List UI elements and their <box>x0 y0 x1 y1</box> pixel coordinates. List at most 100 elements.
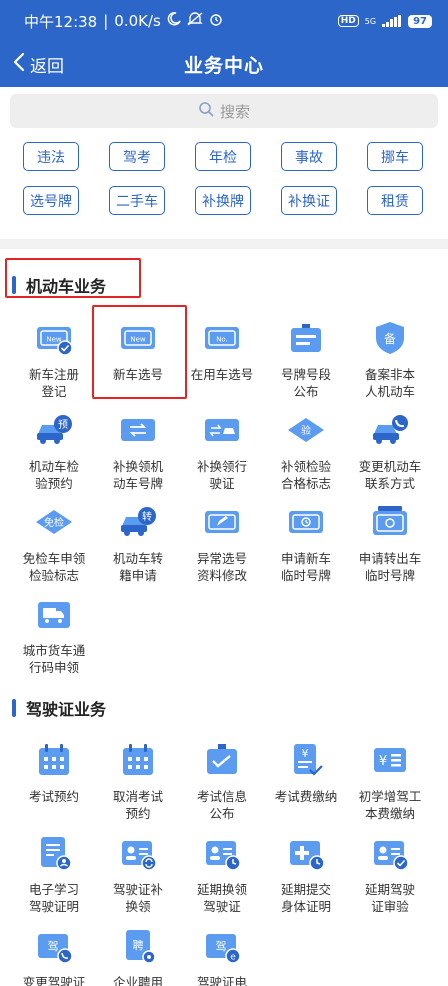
service-item[interactable]: 补换领机 动车号牌 <box>96 410 180 500</box>
section-divider <box>0 239 448 249</box>
service-item-label: 补换领机 动车号牌 <box>112 459 163 491</box>
back-label: 返回 <box>30 57 64 77</box>
plate-segment-announce-icon <box>286 318 326 358</box>
tag-annual-inspection[interactable]: 年检 <box>195 142 251 171</box>
delay-health-icon <box>286 833 326 873</box>
service-item[interactable]: 聘企业聘用 <box>96 926 180 986</box>
service-item[interactable]: No. 在用车选号 <box>180 318 264 408</box>
employment-icon: 聘 <box>118 926 158 966</box>
service-item[interactable]: 预机动车检 验预约 <box>12 410 96 500</box>
delay-exchange-icon <box>202 833 242 873</box>
tag-replace-plate[interactable]: 补换牌 <box>195 186 251 215</box>
svg-text:免检: 免检 <box>44 516 64 529</box>
inspection-mark-icon: 验 <box>286 410 326 450</box>
tag-driving-exam[interactable]: 驾考 <box>109 142 165 171</box>
header-bar: 中午12:38 | 0.0K/s HD 5G 97 返回 业务中心 <box>0 0 448 87</box>
moon-icon <box>167 12 181 30</box>
service-item[interactable]: 驾变更驾驶证 联系方式 <box>12 926 96 986</box>
service-item-label: 申请新车 临时号牌 <box>280 551 331 583</box>
inspection-booking-icon: 预 <box>34 410 74 450</box>
service-item-label: 异常选号 资料修改 <box>196 551 247 583</box>
svg-text:New: New <box>46 336 62 344</box>
service-item[interactable]: ¥ 考试费缴纳 <box>264 740 348 830</box>
service-item[interactable]: 转机动车转 籍申请 <box>96 502 180 592</box>
tag-accident[interactable]: 事故 <box>281 142 337 171</box>
service-item[interactable]: ¥ 初学增驾工 本费缴纳 <box>348 740 432 830</box>
search-placeholder: 搜索 <box>219 102 250 121</box>
e-learning-cert-icon <box>34 833 74 873</box>
service-item-label: 取消考试 预约 <box>112 789 163 821</box>
service-item[interactable]: 备备案非本 人机动车 <box>348 318 432 408</box>
service-item-label: 企业聘用 <box>112 975 163 986</box>
svg-text:备: 备 <box>384 332 396 346</box>
service-item[interactable]: 驾e 驾驶证电 子版 <box>180 926 264 986</box>
highlight-box-item <box>92 305 187 399</box>
edit-plate-icon <box>202 502 242 542</box>
record-shield-icon: 备 <box>370 318 410 358</box>
service-item-label: 电子学习 驾驶证明 <box>28 882 79 914</box>
service-item[interactable]: 城市货车通 行码申领 <box>12 594 96 684</box>
license-exchange-icon <box>202 410 242 450</box>
service-item[interactable]: 申请新车 临时号牌 <box>264 502 348 592</box>
driver-services-grid: 考试预约 取消考试 预约 考试信息 公布 ¥ 考试费缴纳 ¥ 初学增驾工 本费缴纳电子学习 … <box>12 740 432 986</box>
calendar-cancel-icon <box>118 740 158 780</box>
tag-move-car[interactable]: 挪车 <box>367 142 423 171</box>
network-label: 5G <box>364 16 377 26</box>
truck-pass-icon <box>34 594 74 634</box>
nav-bar: 返回 业务中心 <box>0 42 448 87</box>
service-item-label: 机动车转 籍申请 <box>112 551 163 583</box>
svg-text:e: e <box>230 953 236 963</box>
service-item-label: 城市货车通 行码申领 <box>22 643 86 675</box>
service-item[interactable]: 变更机动车 联系方式 <box>348 410 432 500</box>
service-item-label: 考试预约 <box>28 789 79 804</box>
search-icon <box>198 101 214 121</box>
service-item[interactable]: 申请转出车 临时号牌 <box>348 502 432 592</box>
service-item-label: 延期换领 驾驶证 <box>196 882 247 914</box>
svg-text:¥: ¥ <box>379 754 387 769</box>
tag-violation[interactable]: 违法 <box>23 142 79 171</box>
service-item-label: 在用车选号 <box>190 367 254 382</box>
tag-rental[interactable]: 租赁 <box>367 186 423 215</box>
back-button[interactable]: 返回 <box>0 52 64 77</box>
dl-contact-change-icon: 驾 <box>34 926 74 966</box>
tag-replace-license[interactable]: 补换证 <box>281 186 337 215</box>
used-plate-select-icon: No. <box>202 318 242 358</box>
search-input[interactable]: 搜索 <box>10 94 438 128</box>
service-item[interactable]: 异常选号 资料修改 <box>180 502 264 592</box>
tag-used-car[interactable]: 二手车 <box>109 186 165 215</box>
service-item[interactable]: New 新车注册 登记 <box>12 318 96 408</box>
service-item[interactable]: 补换领行 驶证 <box>180 410 264 500</box>
service-item-label: 补领检验 合格标志 <box>280 459 331 491</box>
service-item[interactable]: 免检 免检车申领 检验标志 <box>12 502 96 592</box>
mute-icon <box>187 12 203 30</box>
service-item-label: 延期驾驶 证审验 <box>364 882 415 914</box>
dl-exchange-icon <box>118 833 158 873</box>
signal-icon <box>382 15 402 27</box>
service-item-label: 驾驶证电 子版 <box>196 975 247 986</box>
service-item[interactable]: 验补领检验 合格标志 <box>264 410 348 500</box>
service-item[interactable]: 号牌号段 公布 <box>264 318 348 408</box>
service-item-label: 延期提交 身体证明 <box>280 882 331 914</box>
service-item-label: 变更驾驶证 联系方式 <box>22 975 86 986</box>
svg-text:驾: 驾 <box>48 940 59 953</box>
service-item-label: 考试信息 公布 <box>196 789 247 821</box>
service-item[interactable]: 取消考试 预约 <box>96 740 180 830</box>
exam-info-icon <box>202 740 242 780</box>
service-item-label: 考试费缴纳 <box>274 789 338 804</box>
service-item[interactable]: 驾驶证补 换领 <box>96 833 180 923</box>
service-item[interactable]: 考试预约 <box>12 740 96 830</box>
highlight-box-section <box>5 258 141 298</box>
service-item[interactable]: 延期换领 驾驶证 <box>180 833 264 923</box>
svg-text:¥: ¥ <box>302 747 309 760</box>
tag-select-plate[interactable]: 选号牌 <box>23 186 79 215</box>
delay-review-icon <box>370 833 410 873</box>
exam-fee-icon: ¥ <box>286 740 326 780</box>
plate-exchange-icon <box>118 410 158 450</box>
svg-text:验: 验 <box>301 424 311 437</box>
svg-text:转: 转 <box>142 510 152 523</box>
service-item[interactable]: 考试信息 公布 <box>180 740 264 830</box>
service-item[interactable]: 延期提交 身体证明 <box>264 833 348 923</box>
service-item[interactable]: 电子学习 驾驶证明 <box>12 833 96 923</box>
svg-text:No.: No. <box>216 336 228 344</box>
service-item[interactable]: 延期驾驶 证审验 <box>348 833 432 923</box>
